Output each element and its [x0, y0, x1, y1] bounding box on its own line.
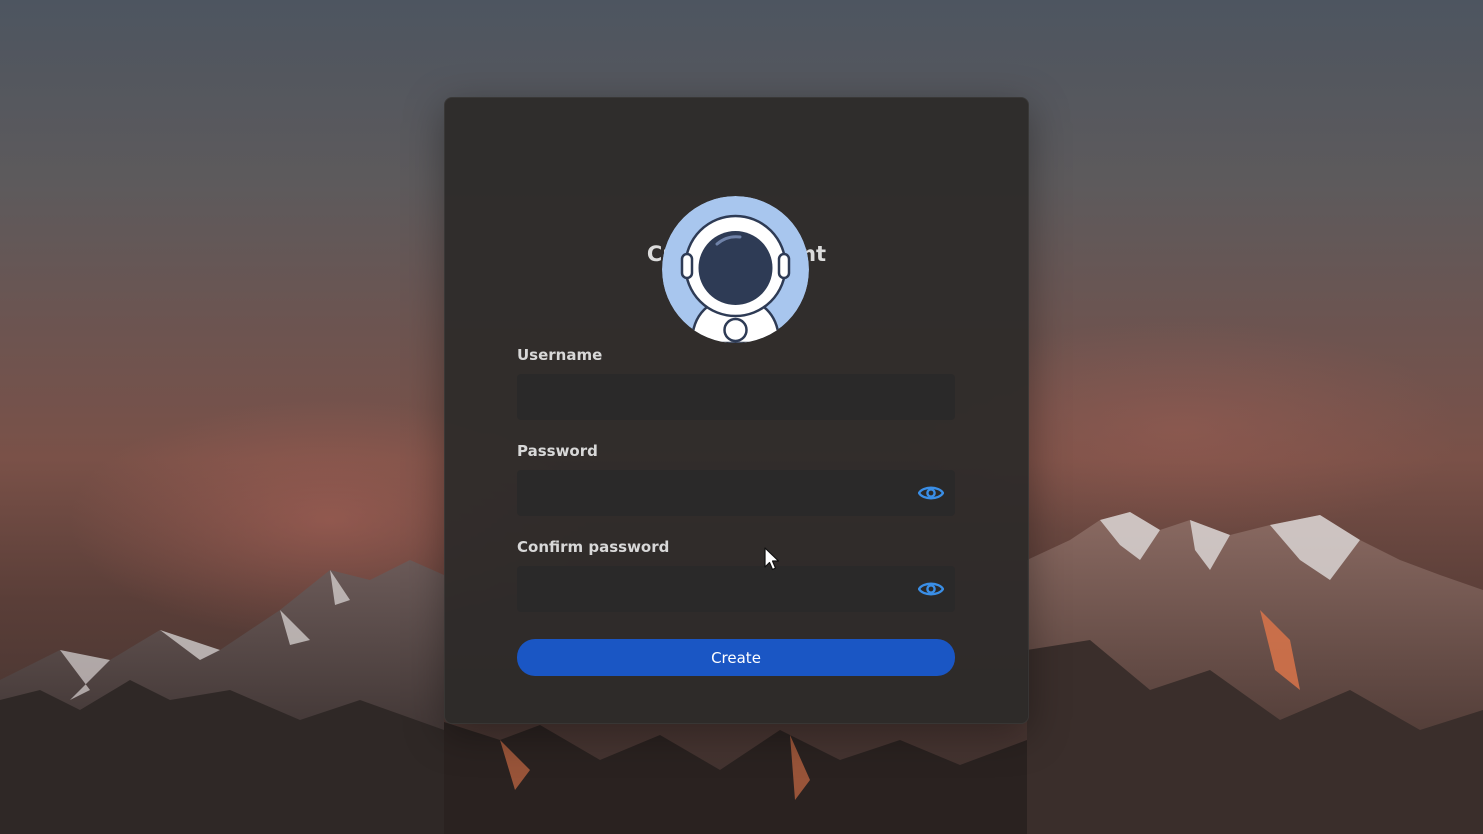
astronaut-icon: [662, 196, 809, 343]
confirm-password-label: Confirm password: [517, 538, 670, 556]
username-label: Username: [517, 346, 603, 364]
password-label: Password: [517, 442, 598, 460]
create-button[interactable]: Create: [517, 639, 955, 676]
password-input[interactable]: [517, 470, 955, 516]
show-password-icon[interactable]: [916, 478, 946, 508]
username-input[interactable]: [517, 374, 955, 420]
mouse-cursor-icon: [764, 547, 780, 575]
confirm-password-input[interactable]: [517, 566, 955, 612]
show-confirm-password-icon[interactable]: [916, 574, 946, 604]
